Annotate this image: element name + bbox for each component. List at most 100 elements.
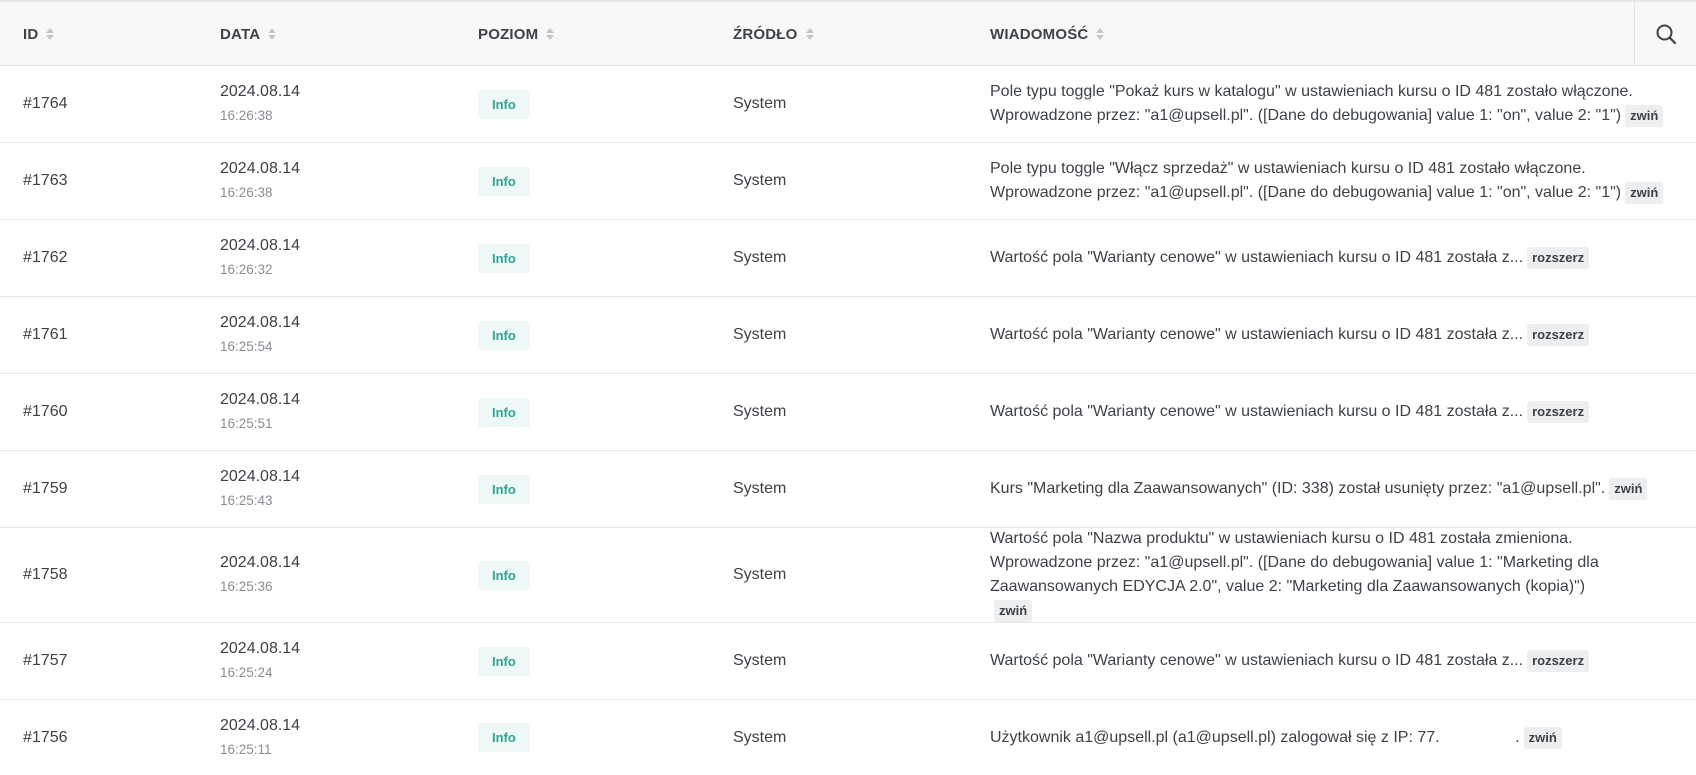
row-source: System — [733, 95, 787, 112]
row-date-value: 2024.08.14 — [220, 468, 301, 485]
row-date: 2024.08.14 16:26:32 — [220, 220, 300, 296]
collapse-button[interactable]: zwiń — [1625, 182, 1664, 204]
message-text: Wartość pola "Warianty cenowe" w ustawie… — [990, 652, 1524, 669]
row-message: Wartość pola "Warianty cenowe" w ustawie… — [990, 297, 1670, 373]
row-id: #1761 — [23, 326, 68, 343]
row-time-value: 16:26:38 — [220, 185, 273, 200]
row-message: Wartość pola "Warianty cenowe" w ustawie… — [990, 623, 1670, 699]
message-text: Wartość pola "Warianty cenowe" w ustawie… — [990, 403, 1524, 420]
expand-button[interactable]: rozszerz — [1527, 401, 1590, 423]
row-message: Kurs "Marketing dla Zaawansowanych" (ID:… — [990, 451, 1690, 527]
row-id: #1756 — [23, 728, 68, 746]
row-level: Info — [478, 528, 530, 622]
row-message: Pole typu toggle "Pokaż kurs w katalogu"… — [990, 66, 1670, 142]
row-id: #1759 — [23, 480, 68, 497]
message-text: Wartość pola "Nazwa produktu" w ustawien… — [990, 530, 1599, 595]
expand-button[interactable]: rozszerz — [1527, 247, 1590, 269]
message-text: Użytkownik a1@upsell.pl (a1@upsell.pl) z… — [990, 728, 1520, 746]
row-date-value: 2024.08.14 — [220, 391, 301, 408]
row-level: Info — [478, 143, 530, 219]
table-header: ID DATA POZIOM ŹRÓDŁO WIADOMOŚĆ — [0, 0, 1696, 66]
row-source: System — [733, 566, 787, 583]
row-time-value: 16:25:11 — [220, 741, 272, 757]
message-text: Pole typu toggle "Pokaż kurs w katalogu"… — [990, 83, 1633, 124]
level-badge: Info — [478, 320, 530, 350]
row-date-value: 2024.08.14 — [220, 160, 301, 177]
row-id: #1757 — [23, 652, 68, 669]
row-id: #1764 — [23, 95, 68, 112]
collapse-button[interactable]: zwiń — [1523, 726, 1562, 749]
row-source: System — [733, 652, 787, 669]
column-header-label: DATA — [220, 25, 261, 43]
level-badge: Info — [478, 166, 530, 196]
row-level: Info — [478, 220, 530, 296]
sort-icon[interactable] — [268, 28, 277, 40]
message-text: Pole typu toggle "Włącz sprzedaż" w usta… — [990, 160, 1622, 201]
row-date: 2024.08.14 16:25:24 — [220, 623, 300, 699]
table-row: #1756 2024.08.14 16:25:11 Info System Uż… — [0, 700, 1696, 775]
level-badge: Info — [478, 243, 530, 273]
level-badge: Info — [478, 723, 530, 752]
sort-icon[interactable] — [546, 28, 555, 40]
collapse-button[interactable]: zwiń — [1625, 105, 1664, 127]
row-id: #1763 — [23, 172, 68, 189]
row-source: System — [733, 249, 787, 266]
sort-icon[interactable] — [46, 28, 55, 40]
table-row: #1760 2024.08.14 16:25:51 Info System Wa… — [0, 374, 1696, 451]
row-id: #1762 — [23, 249, 68, 266]
row-time-value: 16:25:36 — [220, 579, 273, 594]
row-level: Info — [478, 297, 530, 373]
row-message: Wartość pola "Warianty cenowe" w ustawie… — [990, 374, 1670, 450]
level-badge: Info — [478, 560, 530, 590]
row-time-value: 16:26:32 — [220, 262, 273, 277]
row-level: Info — [478, 451, 530, 527]
collapse-button[interactable]: zwiń — [994, 600, 1033, 622]
row-date-value: 2024.08.14 — [220, 314, 301, 331]
column-header-date[interactable]: DATA — [220, 2, 277, 66]
column-header-message[interactable]: WIADOMOŚĆ — [990, 2, 1105, 66]
row-date: 2024.08.14 16:25:51 — [220, 374, 300, 450]
level-badge: Info — [478, 646, 530, 676]
row-date-value: 2024.08.14 — [220, 83, 301, 100]
row-time-value: 16:25:51 — [220, 416, 273, 431]
column-header-level[interactable]: POZIOM — [478, 2, 555, 66]
collapse-button[interactable]: zwiń — [1609, 478, 1648, 500]
sort-icon[interactable] — [805, 28, 814, 40]
message-text: Wartość pola "Warianty cenowe" w ustawie… — [990, 249, 1524, 266]
row-level: Info — [478, 700, 530, 775]
row-date-value: 2024.08.14 — [220, 554, 301, 571]
row-level: Info — [478, 374, 530, 450]
row-source: System — [733, 172, 787, 189]
sort-icon[interactable] — [1096, 28, 1105, 40]
expand-button[interactable]: rozszerz — [1527, 650, 1590, 672]
row-message: Pole typu toggle "Włącz sprzedaż" w usta… — [990, 143, 1670, 219]
table-row: #1757 2024.08.14 16:25:24 Info System Wa… — [0, 623, 1696, 700]
row-date: 2024.08.14 16:26:38 — [220, 143, 300, 219]
column-header-label: WIADOMOŚĆ — [990, 25, 1089, 43]
row-message: Wartość pola "Warianty cenowe" w ustawie… — [990, 220, 1670, 296]
row-source: System — [733, 403, 787, 420]
search-button[interactable] — [1634, 2, 1696, 66]
row-message: Użytkownik a1@upsell.pl (a1@upsell.pl) z… — [990, 700, 1670, 775]
row-date: 2024.08.14 16:25:54 — [220, 297, 300, 373]
level-badge: Info — [478, 397, 530, 427]
table-row: #1758 2024.08.14 16:25:36 Info System Wa… — [0, 528, 1696, 623]
row-source: System — [733, 480, 787, 497]
column-header-label: ŹRÓDŁO — [733, 25, 798, 43]
table-row: #1759 2024.08.14 16:25:43 Info System Ku… — [0, 451, 1696, 528]
row-time-value: 16:25:24 — [220, 665, 273, 680]
row-date: 2024.08.14 16:25:36 — [220, 528, 300, 622]
table-row: #1764 2024.08.14 16:26:38 Info System Po… — [0, 66, 1696, 143]
message-text: Wartość pola "Warianty cenowe" w ustawie… — [990, 326, 1524, 343]
column-header-source[interactable]: ŹRÓDŁO — [733, 2, 814, 66]
expand-button[interactable]: rozszerz — [1527, 324, 1590, 346]
row-date: 2024.08.14 16:25:11 — [220, 700, 300, 775]
row-source: System — [733, 728, 787, 746]
row-time-value: 16:25:43 — [220, 493, 273, 508]
level-badge: Info — [478, 89, 530, 119]
search-icon — [1656, 24, 1677, 45]
row-time-value: 16:25:54 — [220, 339, 273, 354]
column-header-label: ID — [23, 25, 39, 43]
level-badge: Info — [478, 474, 530, 504]
column-header-id[interactable]: ID — [23, 2, 55, 66]
